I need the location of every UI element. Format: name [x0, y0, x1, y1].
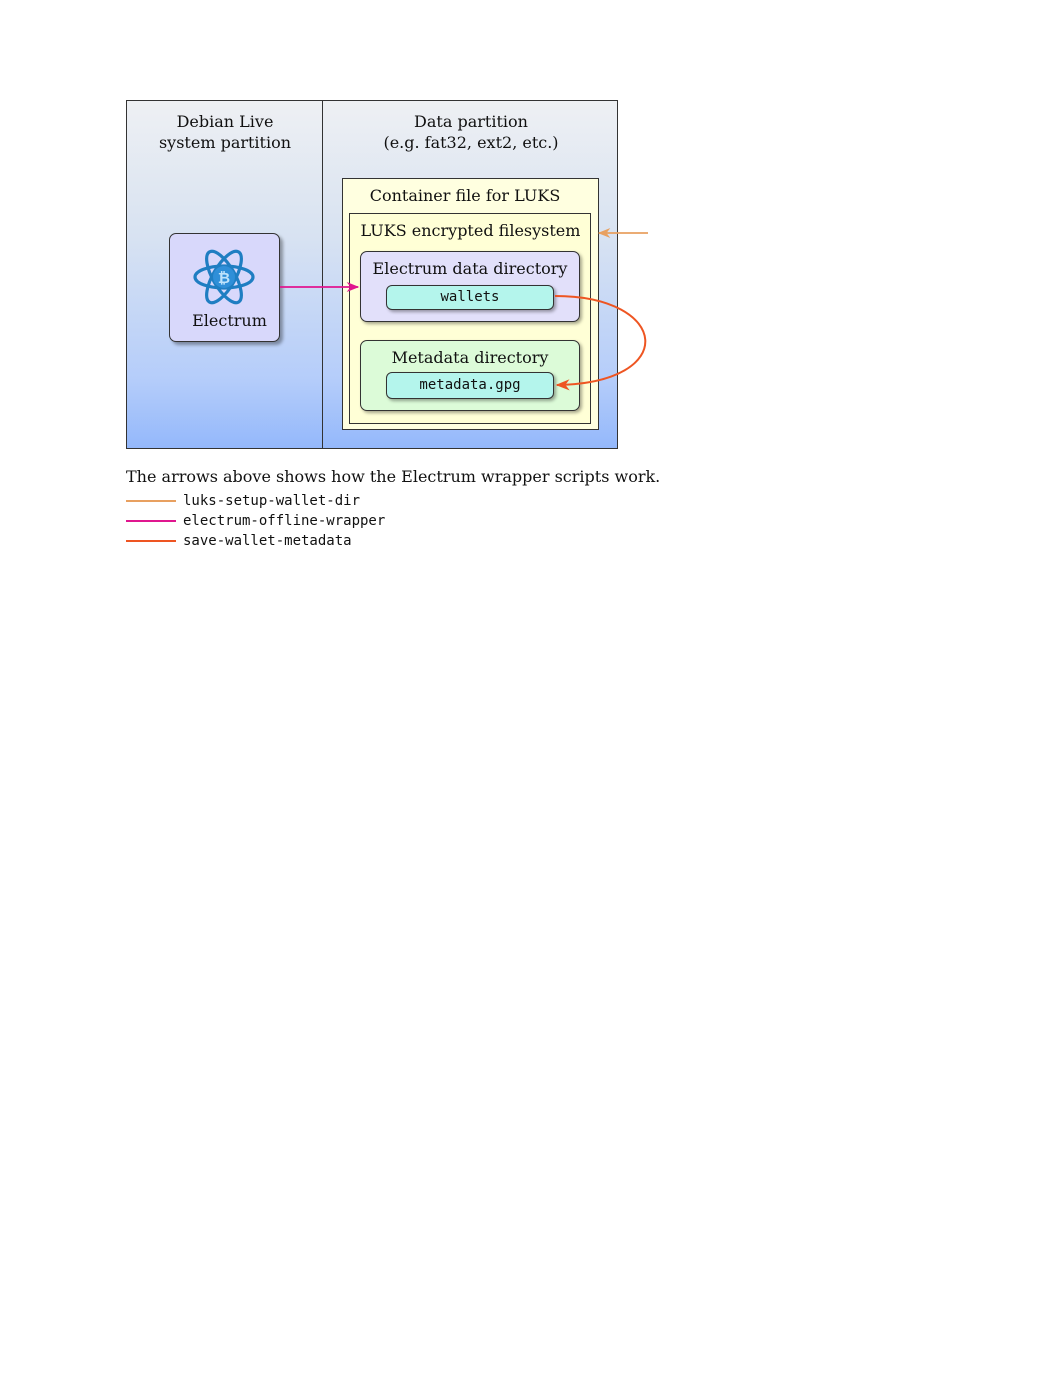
legend-item-save-metadata: save-wallet-metadata: [126, 531, 352, 551]
script-arrows: [280, 227, 648, 391]
save-metadata-arrow: [554, 295, 647, 391]
legend-swatch-luks-setup: [126, 500, 176, 502]
legend-item-luks-setup: luks-setup-wallet-dir: [126, 491, 360, 511]
legend-label-save-metadata: save-wallet-metadata: [183, 533, 352, 549]
diagram-caption: The arrows above shows how the Electrum …: [126, 467, 661, 486]
legend-label-offline-wrapper: electrum-offline-wrapper: [183, 513, 386, 529]
legend-swatch-offline-wrapper: [126, 520, 176, 522]
legend-swatch-save-metadata: [126, 540, 176, 542]
legend-item-offline-wrapper: electrum-offline-wrapper: [126, 511, 385, 531]
legend-label-luks-setup: luks-setup-wallet-dir: [183, 493, 361, 509]
